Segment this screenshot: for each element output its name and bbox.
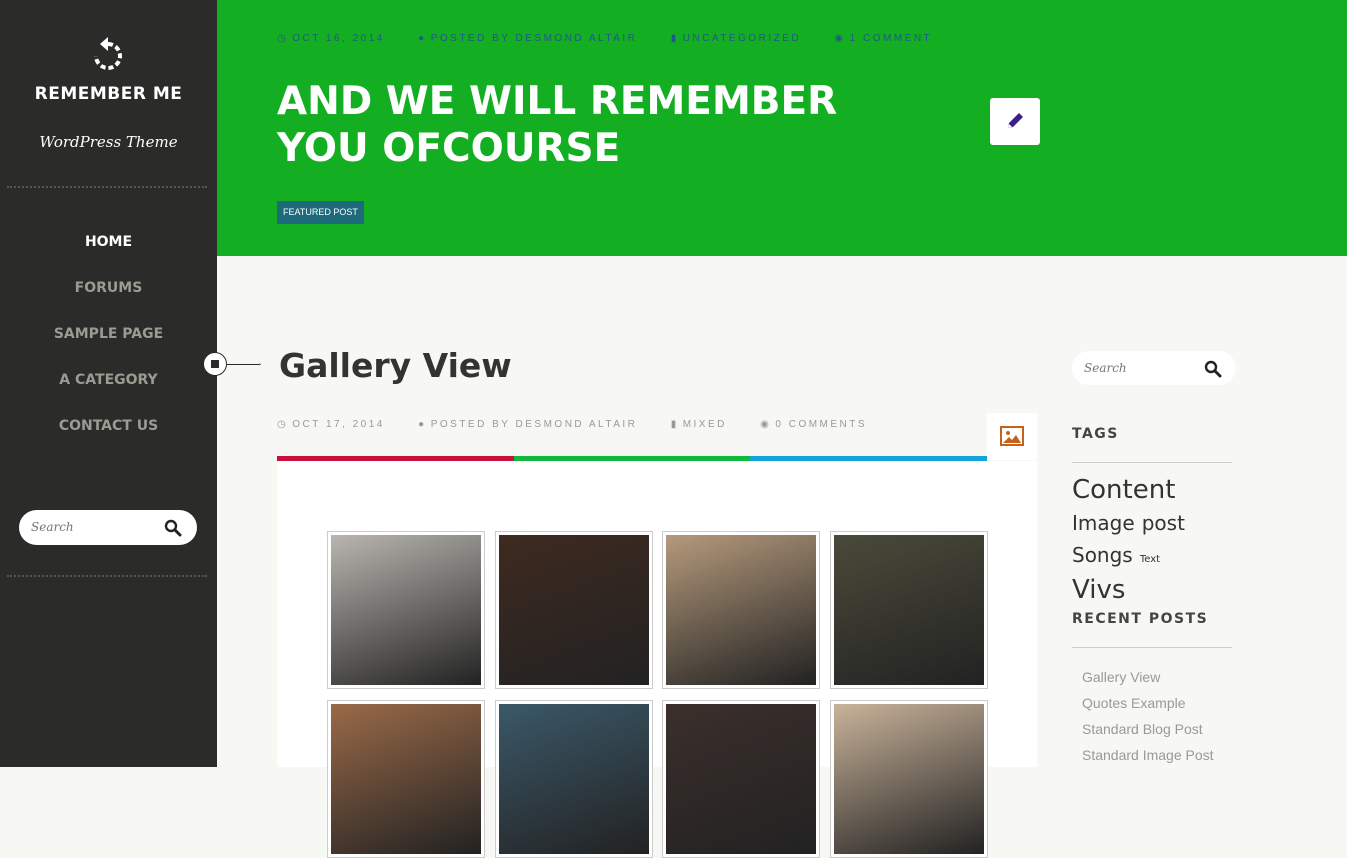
post-title[interactable]: Gallery View [279,346,512,385]
post-author[interactable]: POSTED BY DESMOND ALTAIR [431,419,638,430]
image-icon [1000,426,1024,446]
bookmark-icon: ▮ [670,419,679,430]
tag-link[interactable]: Songs [1072,543,1133,567]
post-date: OCT 17, 2014 [292,419,385,430]
gallery-image-3[interactable] [662,531,820,689]
recent-post-link[interactable]: Standard Image Post [1082,744,1214,770]
divider [1072,462,1232,463]
clock-icon: ◷ [277,419,289,430]
site-title[interactable]: REMEMBER ME [0,84,217,104]
right-search [1072,351,1236,385]
sidebar-search-input[interactable] [29,519,153,535]
header-comments[interactable]: 1 COMMENT [850,33,933,44]
site-tagline: WordPress Theme [39,133,178,151]
search-icon[interactable] [1204,360,1222,378]
nav-item-contact-us[interactable]: CONTACT US [0,414,217,460]
tags-widget-title: TAGS [1072,426,1119,442]
divider [7,575,207,577]
recent-post-link[interactable]: Gallery View [1082,666,1214,692]
gallery-photo [833,704,984,854]
header-post-meta: ◷ OCT 16, 2014 ● POSTED BY DESMOND ALTAIR … [277,33,960,44]
search-icon[interactable] [164,519,182,537]
tag-link[interactable]: Content [1072,475,1175,505]
right-search-input[interactable] [1082,360,1206,376]
recent-post-link[interactable]: Quotes Example [1082,692,1214,718]
user-icon: ● [418,419,427,430]
featured-post-badge[interactable]: FEATURED POST [277,201,364,224]
gallery-photo [498,704,649,854]
gallery-photo [666,535,816,685]
divider [1072,647,1232,648]
post-meta: ◷ OCT 17, 2014 ● POSTED BY DESMOND ALTAIR … [277,419,895,430]
gallery-image-7[interactable] [662,700,820,858]
edit-button[interactable] [990,98,1040,145]
gallery-photo [331,704,481,854]
featured-post-title[interactable]: AND WE WILL REMEMBER YOU OFCOURSE [277,78,937,172]
gallery-image-4[interactable] [829,531,988,689]
featured-header: ◷ OCT 16, 2014 ● POSTED BY DESMOND ALTAIR … [217,0,1347,256]
recent-posts-list: Gallery View Quotes Example Standard Blo… [1082,666,1214,770]
main-nav: HOME FORUMS SAMPLE PAGE A CATEGORY CONTA… [0,230,217,460]
recent-post-link[interactable]: Standard Blog Post [1082,718,1214,744]
post-category[interactable]: MIXED [683,419,727,430]
tag-link[interactable]: Text [1140,554,1160,565]
recent-posts-widget-title: RECENT POSTS [1072,611,1209,627]
tag-link[interactable]: Image [1072,511,1135,535]
nav-item-a-category[interactable]: A CATEGORY [0,368,217,414]
header-date: OCT 16, 2014 [292,33,385,44]
tag-link[interactable]: Vivs [1072,575,1125,605]
color-bar-segment [750,456,988,461]
pencil-icon [1008,113,1023,128]
timeline-arrow-icon: → [253,358,263,369]
gallery-image-2[interactable] [494,531,653,689]
post-color-bar [277,456,988,461]
gallery-image-5[interactable] [327,700,485,858]
nav-item-home[interactable]: HOME [0,230,217,276]
timeline-marker-icon [203,352,227,376]
clock-icon: ◷ [277,33,289,44]
nav-item-forums[interactable]: FORUMS [0,276,217,322]
refresh-logo-icon [94,37,122,70]
tag-link[interactable]: post [1142,511,1185,535]
comment-icon: ◉ [760,419,772,430]
bookmark-icon: ▮ [670,33,679,44]
gallery-photo [833,535,984,685]
gallery-image-8[interactable] [829,700,988,858]
color-bar-segment [513,456,751,461]
tag-cloud: Content Image post Songs Text Vivs [1072,475,1242,608]
post-comments[interactable]: 0 COMMENTS [775,419,867,430]
header-category[interactable]: UNCATEGORIZED [683,33,801,44]
left-sidebar: REMEMBER ME WordPress Theme HOME FORUMS … [0,0,217,767]
gallery-photo [331,535,481,685]
header-author[interactable]: POSTED BY DESMOND ALTAIR [431,33,638,44]
nav-item-sample-page[interactable]: SAMPLE PAGE [0,322,217,368]
sidebar-search [19,510,197,545]
comment-icon: ◉ [834,33,846,44]
divider [7,186,207,188]
color-bar-segment [277,456,514,461]
gallery-image-6[interactable] [494,700,653,858]
gallery-photo [666,704,816,854]
gallery-photo [498,535,649,685]
gallery-image-1[interactable] [327,531,485,689]
post-format-indicator [987,413,1037,460]
user-icon: ● [418,33,427,44]
